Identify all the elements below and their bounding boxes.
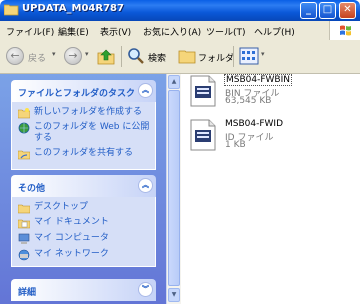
my-computer-icon	[18, 233, 30, 244]
menu-file[interactable]: ファイル(F)	[6, 25, 54, 38]
tasks-panel-title: ファイルとフォルダのタスク	[18, 89, 136, 99]
menu-edit[interactable]: 編集(E)	[58, 25, 89, 38]
details-panel-title: 詳細	[18, 288, 37, 298]
toolbar-separator	[233, 46, 234, 67]
scroll-thumb[interactable]	[168, 90, 180, 286]
task-pane: ファイルとフォルダのタスク ︽ 新しいフォルダを作成する このフォルダを Web…	[0, 74, 166, 304]
back-label: 戻る	[28, 54, 47, 64]
file-size: 1 KB	[225, 140, 246, 150]
folders-button[interactable]: フォルダ	[198, 51, 234, 64]
forward-button[interactable]: →	[64, 47, 82, 65]
menu-bar: ファイル(F) 編集(E) 表示(V) お気に入り(A) ツール(T) ヘルプ(…	[0, 21, 360, 41]
scroll-up-button[interactable]: ▲	[168, 75, 180, 89]
file-size: 63,545 KB	[225, 96, 272, 106]
collapse-chevron-icon[interactable]: ︽	[138, 83, 153, 98]
search-icon[interactable]	[127, 47, 145, 65]
menu-view[interactable]: 表示(V)	[100, 25, 131, 38]
menu-help[interactable]: ヘルプ(H)	[254, 25, 295, 38]
file-list: MSB04-FWBIN BIN ファイル 63,545 KB MSB04-FWI…	[181, 74, 360, 304]
menu-tools[interactable]: ツール(T)	[206, 25, 246, 38]
back-dropdown-icon[interactable]: ▾	[52, 50, 56, 58]
file-item[interactable]: MSB04-FWBIN BIN ファイル 63,545 KB	[187, 74, 357, 108]
folders-icon[interactable]	[178, 48, 196, 64]
title-bar[interactable]: UPDATA_M04R787 _ □ ✕	[0, 0, 360, 21]
folder-icon	[4, 4, 19, 16]
collapse-chevron-icon[interactable]: ︽	[138, 178, 153, 193]
window-title: UPDATA_M04R787	[22, 3, 124, 14]
back-button[interactable]: ←	[6, 47, 24, 65]
forward-arrow-icon: →	[68, 49, 78, 62]
views-icon[interactable]	[239, 47, 259, 65]
my-network-icon	[18, 249, 30, 261]
details-panel-header[interactable]: 詳細 ︾	[11, 279, 156, 301]
share-folder-icon	[18, 150, 30, 160]
new-folder-icon	[18, 108, 30, 119]
tasks-panel-header[interactable]: ファイルとフォルダのタスク ︽	[11, 80, 156, 102]
other-panel-body: デスクトップ マイ ドキュメント マイ コンピュータ マイ ネットワーク	[11, 197, 156, 267]
other-panel-title: その他	[18, 184, 46, 194]
toolbar: ← 戻る ▾ → ▾ 検索 フォルダ ▾	[0, 40, 360, 74]
scroll-down-button[interactable]: ▼	[168, 288, 180, 302]
search-button[interactable]: 検索	[148, 51, 166, 64]
forward-dropdown-icon[interactable]: ▾	[85, 50, 89, 58]
menu-favorites[interactable]: お気に入り(A)	[143, 25, 201, 38]
views-dropdown-icon[interactable]: ▾	[261, 50, 265, 58]
windows-logo	[329, 21, 360, 40]
explorer-window: UPDATA_M04R787 _ □ ✕ ファイル(F) 編集(E) 表示(V)…	[0, 0, 360, 304]
vertical-scrollbar[interactable]: ▲ ▼	[167, 74, 181, 304]
tasks-panel-body: 新しいフォルダを作成する このフォルダを Web に公開 する このフォルダを共…	[11, 102, 156, 170]
my-documents-icon	[18, 219, 30, 229]
back-arrow-icon: ←	[10, 49, 20, 62]
maximize-button[interactable]: □	[319, 2, 336, 19]
up-folder-icon[interactable]	[96, 46, 116, 66]
globe-folder-icon	[18, 122, 30, 134]
file-name: MSB04-FWID	[225, 119, 284, 129]
file-name: MSB04-FWBIN	[224, 74, 292, 86]
toolbar-separator	[121, 46, 122, 67]
desktop-icon	[18, 204, 30, 214]
other-panel-header[interactable]: その他 ︽	[11, 175, 156, 197]
close-button[interactable]: ✕	[339, 2, 356, 19]
expand-chevron-icon[interactable]: ︾	[138, 282, 153, 297]
minimize-button[interactable]: _	[300, 2, 317, 19]
file-item[interactable]: MSB04-FWID ID ファイル 1 KB	[187, 118, 357, 152]
generic-file-icon	[190, 119, 216, 151]
generic-file-icon	[190, 75, 216, 107]
